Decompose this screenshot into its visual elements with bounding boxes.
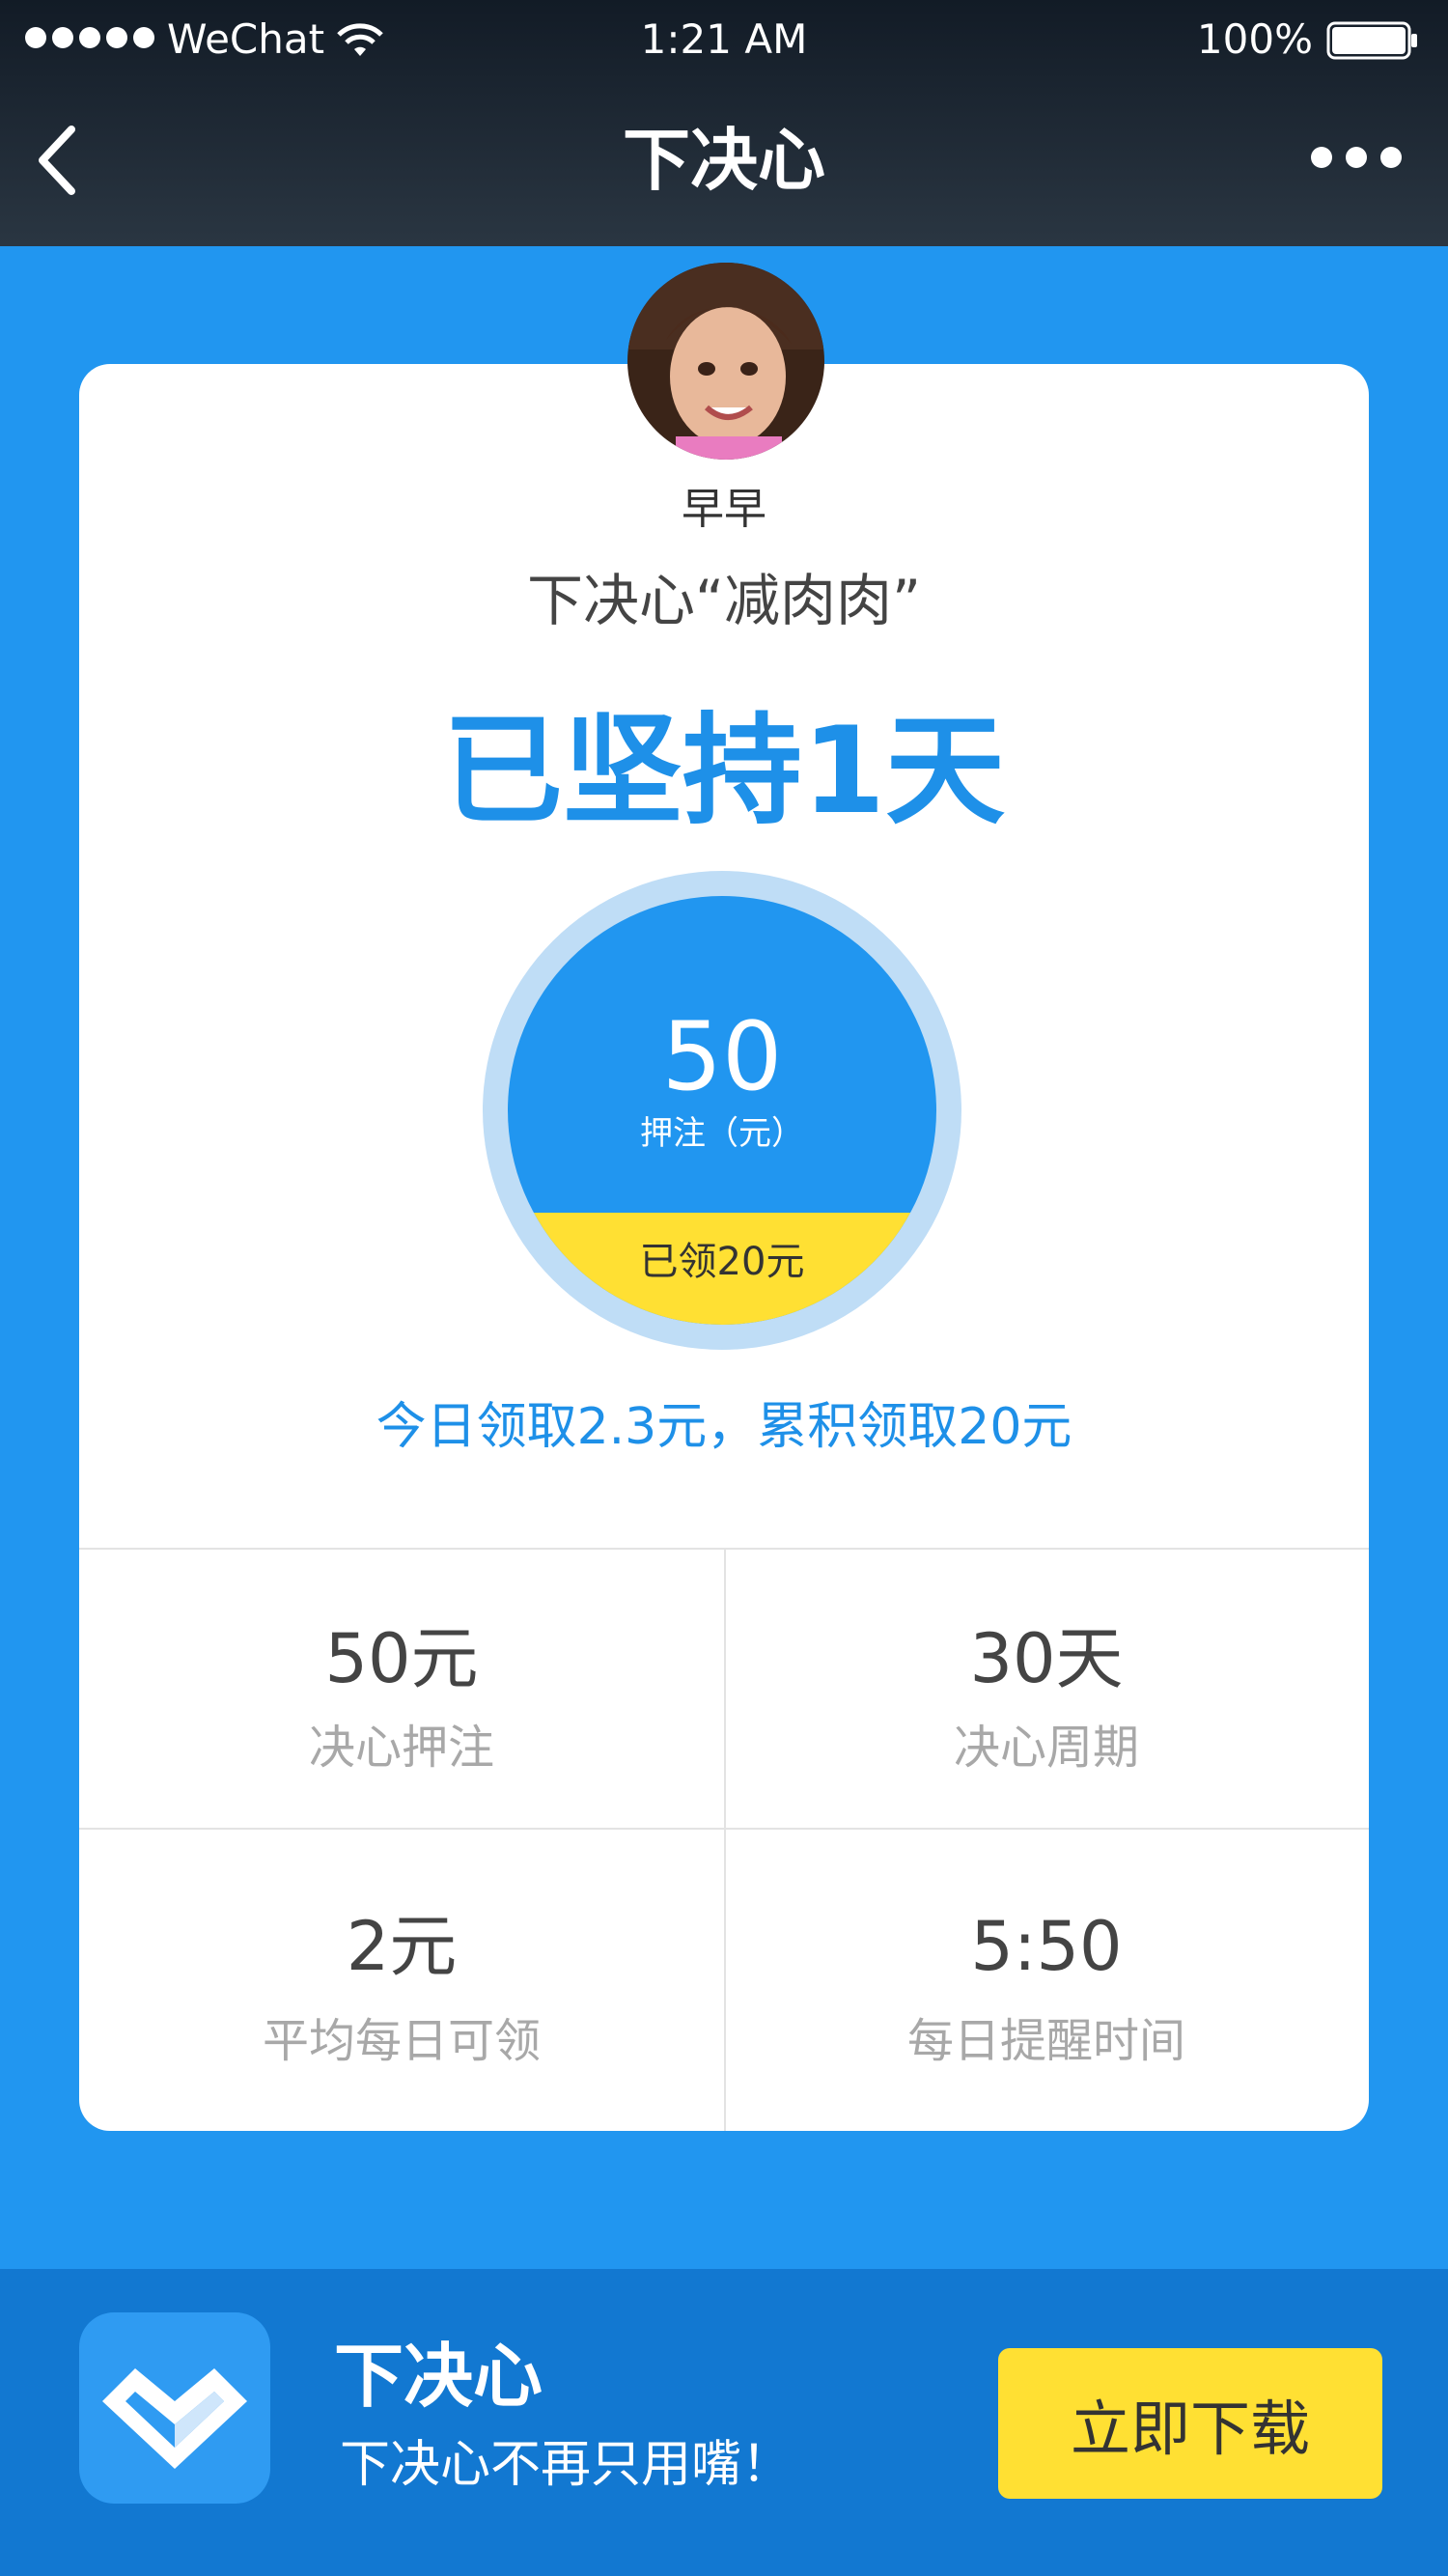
promo-tagline: 下决心不再只用嘴！ [340, 2436, 793, 2494]
download-button[interactable]: 立即下载 [998, 2348, 1382, 2499]
claimed-amount: 已领20元 [639, 1240, 805, 1284]
top-bar: WeChat 1:21 AM 100% 下决心 [0, 0, 1448, 246]
deposit-amount: 50 [661, 1002, 783, 1112]
app-heart-logo-icon[interactable] [79, 2312, 270, 2504]
stat-daily-avg-label: 平均每日可领 [262, 2014, 541, 2068]
deposit-label: 押注（元） [640, 1114, 804, 1153]
deposit-progress-circle: 50 押注（元） 已领20元 [481, 869, 963, 1352]
status-bar: WeChat 1:21 AM 100% [0, 0, 1448, 79]
claim-summary: 今日领取2.3元，累积领取20元 [376, 1398, 1072, 1456]
user-nickname: 早早 [682, 485, 766, 534]
stat-deposit-label: 决心押注 [308, 1721, 494, 1775]
stat-period-value: 30天 [969, 1619, 1124, 1698]
more-options-icon[interactable] [1311, 147, 1402, 168]
page-title: 下决心 [623, 121, 825, 200]
battery-icon [1326, 21, 1417, 60]
stat-reminder-value: 5:50 [970, 1907, 1123, 1986]
avatar[interactable] [627, 263, 824, 460]
resolution-goal: 下决心“减肉肉” [526, 568, 922, 633]
promo-app-name: 下决心 [334, 2336, 543, 2417]
stat-reminder-label: 每日提醒时间 [906, 2014, 1185, 2068]
stat-period-label: 决心周期 [953, 1721, 1139, 1775]
persist-days-heading: 已坚持1天 [442, 702, 1006, 841]
battery-percent: 100% [1196, 15, 1313, 63]
stat-daily-avg-value: 2元 [346, 1907, 458, 1986]
stat-deposit-value: 50元 [324, 1619, 479, 1698]
